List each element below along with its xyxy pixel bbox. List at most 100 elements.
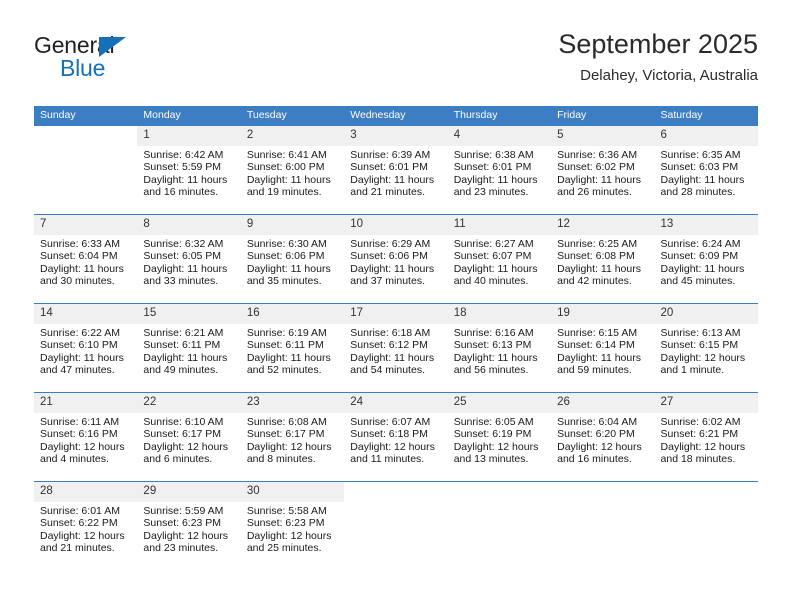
calendar-day-cell[interactable]: 5 Sunrise: 6:36 AM Sunset: 6:02 PM Daylight… — [551, 126, 655, 215]
sunrise-text: Sunrise: 6:08 AM — [246, 416, 327, 428]
calendar-day-cell[interactable]: 10 Sunrise: 6:29 AM Sunset: 6:06 PM Dayligh… — [344, 214, 448, 304]
sunrise-text: Sunrise: 6:18 AM — [350, 327, 431, 339]
weekday-header-tuesday: Tuesday — [240, 106, 345, 126]
day-details: Sunrise: 6:21 AM Sunset: 6:11 PM Daylight:… — [137, 324, 240, 376]
daylight-text-line2: and 13 minutes. — [453, 452, 529, 465]
day-number: 10 — [344, 215, 448, 235]
daylight-text-line2: and 21 minutes. — [40, 541, 115, 554]
daylight-text-line1: Daylight: 11 hours — [246, 262, 331, 275]
calendar-day-cell[interactable]: 23 Sunrise: 6:08 AM Sunset: 6:17 PM Dayligh… — [240, 392, 345, 482]
title-block: September 2025 Delahey, Victoria, Austra… — [558, 28, 758, 86]
calendar-day-cell[interactable]: 7 Sunrise: 6:33 AM Sunset: 6:04 PM Daylight… — [34, 214, 138, 304]
daylight-text-line2: and 18 minutes. — [660, 452, 736, 465]
daylight-text-line1: Daylight: 11 hours — [350, 173, 435, 186]
sunrise-text: Sunrise: 6:33 AM — [40, 238, 120, 250]
calendar-day-cell[interactable]: 28 Sunrise: 6:01 AM Sunset: 6:22 PM Dayligh… — [34, 481, 138, 570]
calendar-day-cell[interactable]: 14 Sunrise: 6:22 AM Sunset: 6:10 PM Dayligh… — [34, 303, 138, 393]
sunset-text: Sunset: 6:15 PM — [660, 339, 739, 352]
calendar-day-cell[interactable]: 27 Sunrise: 6:02 AM Sunset: 6:21 PM Dayligh… — [654, 392, 758, 482]
calendar-day-cell[interactable]: 20 Sunrise: 6:13 AM Sunset: 6:15 PM Dayligh… — [654, 303, 758, 393]
daylight-text-line1: Daylight: 11 hours — [350, 262, 435, 275]
sunrise-text: Sunrise: 6:42 AM — [143, 149, 224, 161]
day-details: Sunrise: 6:24 AM Sunset: 6:09 PM Daylight:… — [655, 235, 758, 287]
calendar-day-cell[interactable]: 4 Sunrise: 6:38 AM Sunset: 6:01 PM Daylight… — [447, 126, 552, 215]
daylight-text-line2: and 4 minutes. — [40, 452, 109, 465]
daylight-text-line2: and 23 minutes. — [143, 541, 219, 554]
day-details: Sunrise: 6:04 AM Sunset: 6:20 PM Daylight:… — [551, 413, 654, 465]
calendar-week-row: 7 Sunrise: 6:33 AM Sunset: 6:04 PM Daylight… — [34, 214, 758, 304]
sunrise-text: Sunrise: 6:25 AM — [557, 238, 638, 250]
sunrise-text: Sunrise: 6:27 AM — [453, 238, 534, 250]
calendar-day-cell[interactable]: 11 Sunrise: 6:27 AM Sunset: 6:07 PM Dayligh… — [447, 214, 552, 304]
calendar-day-cell[interactable]: 18 Sunrise: 6:16 AM Sunset: 6:13 PM Dayligh… — [447, 303, 552, 393]
calendar-day-cell[interactable]: 24 Sunrise: 6:07 AM Sunset: 6:18 PM Dayligh… — [344, 392, 448, 482]
daylight-text-line1: Daylight: 11 hours — [557, 351, 641, 364]
day-number: 22 — [137, 393, 241, 413]
calendar-day-cell[interactable]: 21 Sunrise: 6:11 AM Sunset: 6:16 PM Dayligh… — [34, 392, 138, 482]
sunset-text: Sunset: 6:14 PM — [557, 339, 635, 352]
sunrise-text: Sunrise: 6:38 AM — [453, 149, 534, 161]
sunrise-text: Sunrise: 6:21 AM — [143, 327, 224, 339]
sunrise-text: Sunrise: 6:13 AM — [660, 327, 741, 339]
calendar-day-cell[interactable]: 2 Sunrise: 6:41 AM Sunset: 6:00 PM Daylight… — [240, 126, 345, 215]
daylight-text-line2: and 49 minutes. — [143, 363, 219, 376]
sunset-text: Sunset: 6:18 PM — [350, 428, 428, 441]
calendar-day-cell[interactable]: 3 Sunrise: 6:39 AM Sunset: 6:01 PM Daylight… — [344, 126, 448, 215]
day-details: Sunrise: 6:30 AM Sunset: 6:06 PM Daylight:… — [241, 235, 344, 287]
calendar-day-cell[interactable]: 8 Sunrise: 6:32 AM Sunset: 6:05 PM Daylight… — [137, 214, 241, 304]
calendar-day-cell[interactable]: 1 Sunrise: 6:42 AM Sunset: 5:59 PM Daylight… — [137, 126, 241, 215]
day-details: Sunrise: 6:11 AM Sunset: 6:16 PM Daylight:… — [34, 413, 137, 465]
day-number: 7 — [34, 215, 138, 235]
calendar-day-cell[interactable]: 9 Sunrise: 6:30 AM Sunset: 6:06 PM Daylight… — [240, 214, 345, 304]
sunset-text: Sunset: 6:09 PM — [660, 250, 739, 263]
calendar-day-cell[interactable]: 16 Sunrise: 6:19 AM Sunset: 6:11 PM Dayligh… — [240, 303, 345, 393]
day-number: 4 — [447, 126, 552, 146]
weekday-header-wednesday: Wednesday — [344, 106, 448, 126]
triangle-icon — [99, 37, 126, 57]
calendar-day-cell[interactable]: 15 Sunrise: 6:21 AM Sunset: 6:11 PM Dayligh… — [137, 303, 241, 393]
sunset-text: Sunset: 6:01 PM — [453, 161, 532, 174]
sunset-text: Sunset: 6:11 PM — [246, 339, 324, 352]
sunrise-text: Sunrise: 6:10 AM — [143, 416, 224, 428]
sunset-text: Sunset: 6:06 PM — [350, 250, 428, 263]
day-number: 18 — [447, 304, 552, 324]
daylight-text-line1: Daylight: 11 hours — [40, 262, 124, 275]
day-details: Sunrise: 6:16 AM Sunset: 6:13 PM Daylight:… — [448, 324, 551, 376]
day-number: 24 — [344, 393, 448, 413]
daylight-text-line1: Daylight: 11 hours — [40, 351, 124, 364]
calendar-day-cell[interactable]: 13 Sunrise: 6:24 AM Sunset: 6:09 PM Dayligh… — [654, 214, 758, 304]
calendar-day-cell-empty — [344, 481, 448, 570]
weekday-header-thursday: Thursday — [447, 106, 552, 126]
daylight-text-line2: and 16 minutes. — [143, 185, 219, 198]
sunset-text: Sunset: 6:21 PM — [660, 428, 739, 441]
sunset-text: Sunset: 6:23 PM — [143, 517, 222, 530]
logo-text-blue: Blue — [60, 55, 106, 81]
weekday-header-friday: Friday — [551, 106, 655, 126]
daylight-text-line2: and 1 minute. — [660, 363, 725, 376]
general-blue-logo[interactable]: General Blue — [34, 32, 214, 86]
calendar-day-cell[interactable]: 25 Sunrise: 6:05 AM Sunset: 6:19 PM Dayligh… — [447, 392, 552, 482]
day-number: 28 — [34, 482, 138, 502]
daylight-text-line1: Daylight: 12 hours — [40, 440, 125, 453]
sunrise-text: Sunrise: 6:11 AM — [40, 416, 120, 428]
daylight-text-line1: Daylight: 12 hours — [143, 529, 229, 542]
daylight-text-line2: and 30 minutes. — [40, 274, 115, 287]
day-number — [551, 482, 654, 502]
calendar-day-cell[interactable]: 6 Sunrise: 6:35 AM Sunset: 6:03 PM Daylight… — [654, 126, 758, 215]
daylight-text-line1: Daylight: 12 hours — [246, 529, 332, 542]
daylight-text-line1: Daylight: 12 hours — [143, 440, 229, 453]
calendar-day-cell[interactable]: 17 Sunrise: 6:18 AM Sunset: 6:12 PM Dayligh… — [344, 303, 448, 393]
sunset-text: Sunset: 6:00 PM — [246, 161, 325, 174]
calendar-day-cell[interactable]: 19 Sunrise: 6:15 AM Sunset: 6:14 PM Dayligh… — [551, 303, 655, 393]
day-details: Sunrise: 6:32 AM Sunset: 6:05 PM Daylight:… — [137, 235, 240, 287]
day-number: 17 — [344, 304, 448, 324]
calendar-day-cell[interactable]: 22 Sunrise: 6:10 AM Sunset: 6:17 PM Dayligh… — [137, 392, 241, 482]
calendar-day-cell[interactable]: 29 Sunrise: 5:59 AM Sunset: 6:23 PM Dayligh… — [137, 481, 241, 570]
day-number: 13 — [654, 215, 758, 235]
day-number: 8 — [137, 215, 241, 235]
calendar-day-cell[interactable]: 26 Sunrise: 6:04 AM Sunset: 6:20 PM Dayligh… — [551, 392, 655, 482]
calendar-day-cell[interactable]: 30 Sunrise: 5:58 AM Sunset: 6:23 PM Dayligh… — [240, 481, 345, 570]
day-details: Sunrise: 6:42 AM Sunset: 5:59 PM Daylight:… — [137, 146, 240, 198]
calendar-day-cell[interactable]: 12 Sunrise: 6:25 AM Sunset: 6:08 PM Dayligh… — [551, 214, 655, 304]
daylight-text-line2: and 37 minutes. — [350, 274, 425, 287]
